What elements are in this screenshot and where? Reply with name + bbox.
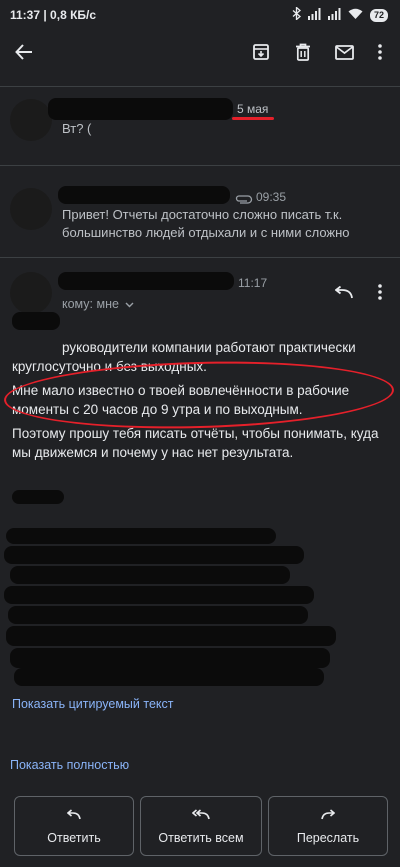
sender-avatar <box>10 188 52 230</box>
show-full-link[interactable]: Показать полностью <box>10 758 129 772</box>
battery-icon: 72 <box>369 8 388 22</box>
reply-button[interactable]: Ответить <box>14 796 134 856</box>
show-quoted-text-link[interactable]: Показать цитируемый текст <box>12 697 174 711</box>
reply-all-label: Ответить всем <box>158 831 244 845</box>
recipient-label: кому: мне <box>62 297 119 311</box>
bluetooth-icon <box>292 6 301 23</box>
mail-icon[interactable] <box>328 36 360 68</box>
signal-icon-1 <box>307 7 321 23</box>
more-vert-icon[interactable] <box>364 36 396 68</box>
wifi-icon <box>348 8 363 23</box>
chevron-down-icon <box>125 295 134 313</box>
message-date: 5 мая <box>237 102 269 116</box>
forward-icon <box>321 807 336 825</box>
redacted-sender <box>48 98 233 120</box>
back-arrow-icon[interactable] <box>8 36 40 68</box>
message-time: 11:17 <box>238 276 268 290</box>
redacted-signature <box>0 488 400 688</box>
forward-label: Переслать <box>296 831 360 845</box>
reply-all-button[interactable]: Ответить всем <box>140 796 262 856</box>
body-line-6: мы движемся и почему у нас нет результат… <box>12 445 294 460</box>
status-time-speed: 11:37 | 0,8 КБ/с <box>10 8 97 22</box>
status-icons: 72 <box>292 6 388 23</box>
archive-icon[interactable] <box>245 36 277 68</box>
signal-icon-2 <box>327 7 341 23</box>
delete-icon[interactable] <box>287 36 319 68</box>
redacted-name <box>12 312 60 330</box>
reply-label: Ответить <box>47 831 101 845</box>
reply-icon[interactable] <box>328 276 360 308</box>
message-collapsed-1[interactable]: 5 мая Вт? ( <box>0 87 400 165</box>
redacted-sender <box>58 186 230 204</box>
reply-all-icon <box>191 807 210 825</box>
snippet-line-1: Привет! Отчеты достаточно сложно писать … <box>62 207 343 222</box>
recipient-details[interactable]: кому: мне <box>62 295 134 313</box>
status-bar: 11:37 | 0,8 КБ/с 72 <box>0 0 400 30</box>
reply-icon <box>66 807 81 825</box>
annotation-underline <box>232 117 274 120</box>
more-vert-icon[interactable] <box>364 276 396 308</box>
message-snippet: Вт? ( <box>62 121 92 136</box>
sender-avatar <box>10 272 52 314</box>
forward-button[interactable]: Переслать <box>268 796 388 856</box>
message-time: 09:35 <box>256 190 287 204</box>
message-expanded: 11:17 кому: мне руководители компании ра… <box>0 258 400 778</box>
sender-avatar <box>10 99 52 141</box>
message-collapsed-2[interactable]: 09:35 Привет! Отчеты достаточно сложно п… <box>0 166 400 256</box>
redacted-sender <box>58 272 234 290</box>
snippet-line-2: большинство людей отдыхали и с ними слож… <box>62 225 350 240</box>
app-bar <box>0 30 400 78</box>
body-line-1: руководители компании работают практичес… <box>62 340 356 355</box>
